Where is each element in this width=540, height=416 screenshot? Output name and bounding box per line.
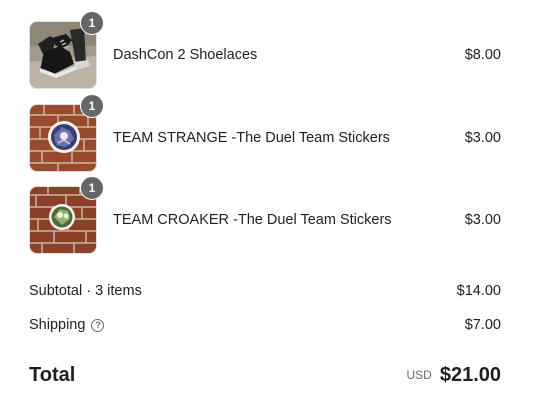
product-title: DashCon 2 Shoelaces [113, 47, 258, 63]
line-item: 1 DashCon 2 Shoelaces $8.00 [29, 11, 501, 89]
product-title: TEAM STRANGE -The Duel Team Stickers [113, 130, 390, 146]
question-circle-icon[interactable]: ? [91, 318, 105, 332]
shipping-row: Shipping ? $7.00 [29, 315, 501, 335]
line-item: 1 TEAM CROAKER -The Duel Team Stickers $… [29, 176, 501, 254]
shipping-value: $7.00 [464, 317, 501, 333]
product-price: $3.00 [464, 212, 501, 228]
shipping-label: Shipping [29, 317, 86, 333]
line-item: 1 TEAM STRANGE -The Duel Team Stickers $… [29, 94, 501, 172]
product-thumbnail-wrap: 1 [29, 176, 104, 254]
product-thumbnail-wrap: 1 [29, 94, 104, 172]
subtotal-row: Subtotal · 3 items $14.00 [29, 281, 501, 301]
product-title: TEAM CROAKER -The Duel Team Stickers [113, 212, 392, 228]
product-price: $8.00 [464, 47, 501, 63]
total-amount: $21.00 [439, 363, 501, 386]
subtotal-label: Subtotal · 3 items [29, 283, 142, 299]
product-price: $3.00 [464, 130, 501, 146]
product-thumbnail-wrap: 1 [29, 11, 104, 89]
currency-code: USD [406, 368, 432, 382]
shipping-label-group: Shipping ? [29, 315, 105, 335]
subtotal-value: $14.00 [456, 283, 501, 299]
total-value-group: USD $21.00 [406, 362, 501, 388]
total-row: Total USD $21.00 [29, 362, 501, 388]
total-label: Total [29, 363, 76, 386]
quantity-badge: 1 [80, 94, 104, 118]
quantity-badge: 1 [80, 176, 104, 200]
quantity-badge: 1 [80, 11, 104, 35]
